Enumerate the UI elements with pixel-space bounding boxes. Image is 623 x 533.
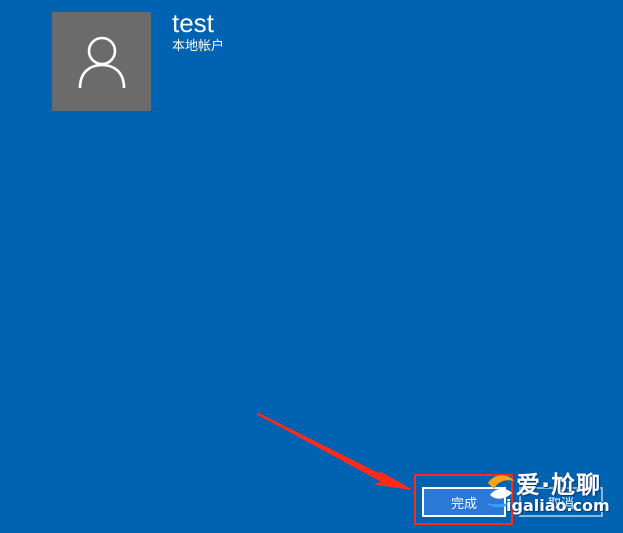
account-username: test xyxy=(172,8,214,38)
account-info: test 本地帐户 xyxy=(172,7,224,55)
finish-button[interactable]: 完成 xyxy=(422,487,506,517)
cancel-button-label: 取消 xyxy=(547,496,574,512)
cancel-button[interactable]: 取消 xyxy=(519,487,603,517)
avatar xyxy=(52,12,151,111)
account-type-label: 本地帐户 xyxy=(172,39,225,54)
account-card: test 本地帐户 xyxy=(52,8,224,111)
finish-button-label: 完成 xyxy=(450,496,477,512)
user-icon xyxy=(78,36,125,88)
